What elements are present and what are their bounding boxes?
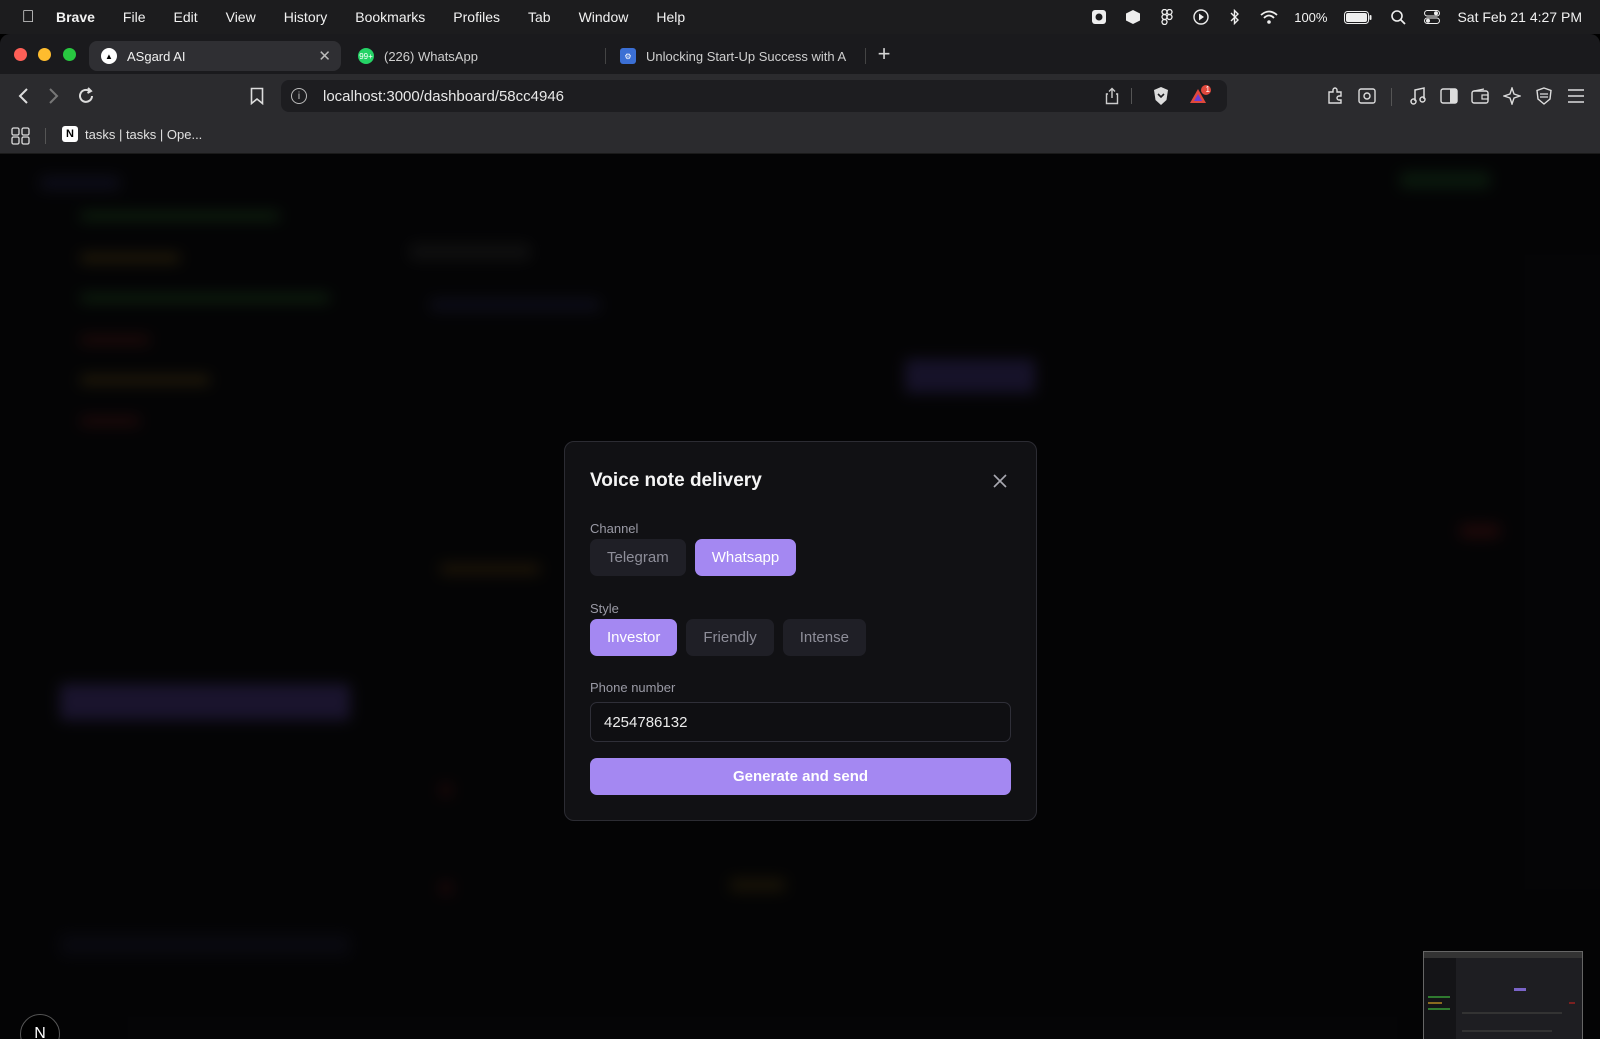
menu-history[interactable]: History xyxy=(284,9,328,25)
menu-view[interactable]: View xyxy=(226,9,256,25)
bookmarks-bar: N tasks | tasks | Ope... xyxy=(0,118,1600,154)
tab-label: Unlocking Start-Up Success with A xyxy=(646,48,847,64)
tab-separator xyxy=(865,48,866,64)
sidebar-toggle-icon[interactable] xyxy=(1437,84,1461,108)
notion-icon: N xyxy=(62,126,78,142)
screen-preview-thumbnail[interactable] xyxy=(1423,951,1583,1039)
music-icon[interactable] xyxy=(1406,84,1430,108)
browser-toolbar: i localhost:3000/dashboard/58cc4946 1 xyxy=(0,74,1600,118)
phone-number-input[interactable] xyxy=(590,702,1011,742)
article-favicon-icon: ⚙ xyxy=(620,48,636,64)
minimize-window-button[interactable] xyxy=(38,48,51,61)
bookmark-tasks[interactable]: N tasks | tasks | Ope... xyxy=(62,126,202,142)
leo-ai-icon[interactable] xyxy=(1500,84,1524,108)
control-center-icon[interactable] xyxy=(1423,9,1441,25)
screenshot-icon[interactable] xyxy=(1355,84,1379,108)
wallet-icon[interactable] xyxy=(1468,84,1492,108)
style-option-investor[interactable]: Investor xyxy=(590,619,678,656)
brave-rewards-icon[interactable]: 1 xyxy=(1189,85,1213,112)
bookmark-label: tasks | tasks | Ope... xyxy=(85,126,203,142)
vpn-shield-icon[interactable] xyxy=(1532,84,1556,108)
bookmark-icon[interactable] xyxy=(245,84,269,108)
bluetooth-icon[interactable] xyxy=(1226,9,1244,25)
url-text[interactable]: localhost:3000/dashboard/58cc4946 xyxy=(323,88,564,105)
tab-asgard[interactable]: ▲ ASgard AI ✕ xyxy=(89,41,341,71)
wifi-icon[interactable] xyxy=(1260,9,1278,25)
battery-percent: 100% xyxy=(1294,9,1328,25)
maximize-window-button[interactable] xyxy=(63,48,76,61)
menu-file[interactable]: File xyxy=(123,9,146,25)
forward-icon[interactable] xyxy=(42,84,66,108)
whatsapp-favicon-icon: 99+ xyxy=(358,48,374,64)
macos-menubar:  Brave File Edit View History Bookmarks… xyxy=(0,0,1600,34)
asgard-favicon-icon: ▲ xyxy=(101,48,117,64)
channel-option-whatsapp[interactable]: Whatsapp xyxy=(694,539,797,576)
channel-selector: Telegram Whatsapp xyxy=(590,539,797,576)
menu-help[interactable]: Help xyxy=(656,9,685,25)
bookmarks-separator xyxy=(45,128,46,144)
spotlight-search-icon[interactable] xyxy=(1389,9,1407,25)
dashboard-page: Voice note delivery Channel Telegram Wha… xyxy=(0,154,1600,1039)
tab-article[interactable]: ⚙ Unlocking Start-Up Success with A xyxy=(608,41,860,71)
voice-note-delivery-dialog: Voice note delivery Channel Telegram Wha… xyxy=(564,441,1037,821)
style-option-intense[interactable]: Intense xyxy=(782,619,866,656)
address-bar[interactable]: i localhost:3000/dashboard/58cc4946 1 xyxy=(281,80,1227,112)
back-icon[interactable] xyxy=(11,84,35,108)
tab-label: ASgard AI xyxy=(127,48,186,64)
status-app-icon[interactable] xyxy=(1090,9,1108,25)
close-tab-icon[interactable]: ✕ xyxy=(318,47,331,65)
rewards-count: 1 xyxy=(1205,85,1210,94)
apps-grid-icon[interactable] xyxy=(11,127,31,150)
dialog-title: Voice note delivery xyxy=(590,470,762,491)
new-tab-icon[interactable]: + xyxy=(872,41,896,66)
menu-tab[interactable]: Tab xyxy=(528,9,551,25)
tab-whatsapp[interactable]: 99+ (226) WhatsApp xyxy=(346,41,598,71)
menu-edit[interactable]: Edit xyxy=(173,9,197,25)
toolbar-separator xyxy=(1391,88,1392,106)
url-separator xyxy=(1131,88,1132,104)
menu-app-name[interactable]: Brave xyxy=(56,9,95,25)
menubar-datetime[interactable]: Sat Feb 21 4:27 PM xyxy=(1457,9,1582,25)
style-selector: Investor Friendly Intense xyxy=(590,619,866,656)
generate-and-send-button[interactable]: Generate and send xyxy=(590,758,1011,795)
tab-label: (226) WhatsApp xyxy=(384,48,478,64)
extensions-icon[interactable] xyxy=(1323,84,1347,108)
menu-hamburger-icon[interactable] xyxy=(1564,84,1588,108)
menu-bookmarks[interactable]: Bookmarks xyxy=(355,9,425,25)
share-icon[interactable] xyxy=(1105,87,1119,110)
close-icon xyxy=(993,474,1007,488)
apple-menu-icon[interactable]:  xyxy=(0,7,56,27)
brave-shields-icon[interactable] xyxy=(1152,86,1170,111)
close-dialog-button[interactable] xyxy=(989,470,1011,492)
close-window-button[interactable] xyxy=(14,48,27,61)
style-option-friendly[interactable]: Friendly xyxy=(686,619,774,656)
menu-profiles[interactable]: Profiles xyxy=(453,9,500,25)
style-label: Style xyxy=(590,601,619,616)
tab-separator xyxy=(605,48,606,64)
battery-icon[interactable] xyxy=(1343,9,1373,25)
cube-icon[interactable] xyxy=(1124,9,1142,25)
figma-icon[interactable] xyxy=(1158,9,1176,25)
play-icon[interactable] xyxy=(1192,9,1210,25)
browser-window: ▲ ASgard AI ✕ 99+ (226) WhatsApp ⚙ Unloc… xyxy=(0,34,1600,1039)
site-info-icon[interactable]: i xyxy=(291,88,307,104)
channel-option-telegram[interactable]: Telegram xyxy=(590,539,686,576)
menu-window[interactable]: Window xyxy=(579,9,629,25)
reload-icon[interactable] xyxy=(74,84,98,108)
channel-label: Channel xyxy=(590,521,639,536)
phone-number-label: Phone number xyxy=(590,680,676,695)
tab-bar: ▲ ASgard AI ✕ 99+ (226) WhatsApp ⚙ Unloc… xyxy=(0,34,1600,74)
